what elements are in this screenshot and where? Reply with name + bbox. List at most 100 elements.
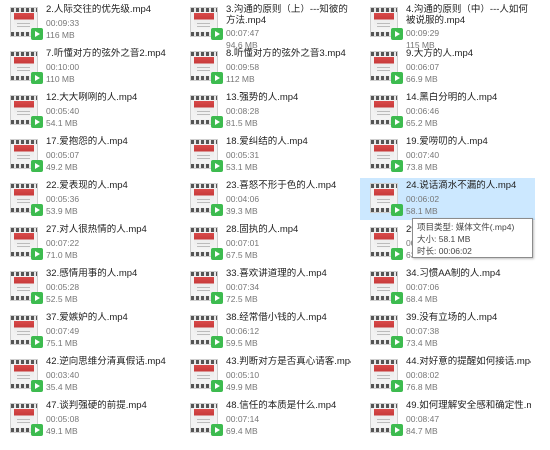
file-duration: 00:07:14 bbox=[226, 414, 260, 424]
file-size: 76.8 MB bbox=[406, 382, 438, 392]
play-badge-icon bbox=[391, 292, 403, 304]
play-badge-icon bbox=[391, 72, 403, 84]
file-size: 110 MB bbox=[46, 74, 75, 84]
file-tile[interactable]: 28.固执的人.mp4 00:07:01 67.5 MB bbox=[180, 222, 355, 264]
file-duration: 00:08:28 bbox=[226, 106, 260, 116]
file-name: 37.爱嫉妒的人.mp4 bbox=[46, 312, 128, 323]
file-tile[interactable]: 37.爱嫉妒的人.mp4 00:07:49 75.1 MB bbox=[0, 310, 175, 352]
file-tile[interactable]: 23.喜怒不形于色的人.mp4 00:04:06 39.3 MB bbox=[180, 178, 355, 220]
play-badge-icon bbox=[211, 336, 223, 348]
file-duration: 00:03:40 bbox=[46, 370, 80, 380]
file-tile[interactable]: 3.沟通的原则（上）---知彼的方法.mp4 00:07:47 94.6 MB bbox=[180, 2, 355, 50]
file-tile[interactable]: 34.习惯AA制的人.mp4 00:07:06 68.4 MB bbox=[360, 266, 535, 308]
file-tile[interactable]: 33.喜欢讲道理的人.mp4 00:07:34 72.5 MB bbox=[180, 266, 355, 308]
play-badge-icon bbox=[391, 424, 403, 436]
play-badge-icon bbox=[211, 160, 223, 172]
file-size: 75.1 MB bbox=[46, 338, 78, 348]
file-tile[interactable]: 13.强势的人.mp4 00:08:28 81.5 MB bbox=[180, 90, 355, 132]
file-duration: 00:07:38 bbox=[406, 326, 440, 336]
file-tile[interactable]: 44.对好意的提醒如何接话.mp4 00:08:02 76.8 MB bbox=[360, 354, 535, 396]
file-tile[interactable]: 18.爱纠结的人.mp4 00:05:31 53.1 MB bbox=[180, 134, 355, 176]
file-size: 39.3 MB bbox=[226, 206, 258, 216]
play-badge-icon bbox=[391, 336, 403, 348]
play-badge-icon bbox=[31, 72, 43, 84]
file-size: 49.2 MB bbox=[46, 162, 78, 172]
play-badge-icon bbox=[211, 380, 223, 392]
file-tile[interactable]: 12.大大咧咧的人.mp4 00:05:40 54.1 MB bbox=[0, 90, 175, 132]
file-tile[interactable]: 49.如何理解安全感和确定性.mp4 00:08:47 84.7 MB bbox=[360, 398, 535, 440]
play-badge-icon bbox=[31, 380, 43, 392]
file-name: 7.听懂对方的弦外之音2.mp4 bbox=[46, 48, 166, 59]
file-duration: 00:07:22 bbox=[46, 238, 80, 248]
play-badge-icon bbox=[211, 424, 223, 436]
file-size: 72.5 MB bbox=[226, 294, 258, 304]
file-tile[interactable]: 4.沟通的原则（中）---人如何被说服的.mp4 00:09:29 115 MB bbox=[360, 2, 535, 50]
file-size: 116 MB bbox=[46, 30, 75, 40]
file-name: 2.人际交往的优先级.mp4 bbox=[46, 4, 152, 15]
file-size: 52.5 MB bbox=[46, 294, 78, 304]
file-name: 27.对人很热情的人.mp4 bbox=[46, 224, 147, 235]
file-size: 112 MB bbox=[226, 74, 255, 84]
file-name: 47.谈判强硬的前提.mp4 bbox=[46, 400, 147, 411]
file-tile[interactable]: 22.爱表现的人.mp4 00:05:36 53.9 MB bbox=[0, 178, 175, 220]
file-duration: 00:08:47 bbox=[406, 414, 440, 424]
file-tile[interactable]: 9.大方的人.mp4 00:06:07 66.9 MB bbox=[360, 46, 535, 88]
play-badge-icon bbox=[211, 28, 223, 40]
file-size: 59.5 MB bbox=[226, 338, 258, 348]
file-tile[interactable]: 8.听懂对方的弦外之音3.mp4 00:09:58 112 MB bbox=[180, 46, 355, 88]
file-size: 84.7 MB bbox=[406, 426, 438, 436]
tooltip-type: 项目类型: 媒体文件(.mp4) bbox=[417, 222, 515, 232]
file-tile[interactable]: 27.对人很热情的人.mp4 00:07:22 71.0 MB bbox=[0, 222, 175, 264]
play-badge-icon bbox=[391, 204, 403, 216]
play-badge-icon bbox=[391, 248, 403, 260]
file-name: 14.黑白分明的人.mp4 bbox=[406, 92, 498, 103]
file-duration: 00:08:02 bbox=[406, 370, 440, 380]
file-tile[interactable]: 14.黑白分明的人.mp4 00:06:46 65.2 MB bbox=[360, 90, 535, 132]
file-tile[interactable]: 7.听懂对方的弦外之音2.mp4 00:10:00 110 MB bbox=[0, 46, 175, 88]
file-tile[interactable]: 24.说话滴水不漏的人.mp4 00:06:02 58.1 MB bbox=[360, 178, 535, 220]
file-name: 8.听懂对方的弦外之音3.mp4 bbox=[226, 48, 346, 59]
file-name: 44.对好意的提醒如何接话.mp4 bbox=[406, 356, 531, 367]
tooltip-duration: 时长: 00:06:02 bbox=[417, 246, 472, 256]
file-duration: 00:06:12 bbox=[226, 326, 260, 336]
file-size: 53.9 MB bbox=[46, 206, 78, 216]
file-duration: 00:05:28 bbox=[46, 282, 80, 292]
file-name: 24.说话滴水不漏的人.mp4 bbox=[406, 180, 517, 191]
file-name: 39.没有立场的人.mp4 bbox=[406, 312, 498, 323]
file-tile[interactable]: 39.没有立场的人.mp4 00:07:38 73.4 MB bbox=[360, 310, 535, 352]
play-badge-icon bbox=[211, 292, 223, 304]
file-tile[interactable]: 48.信任的本质是什么.mp4 00:07:14 69.4 MB bbox=[180, 398, 355, 440]
play-badge-icon bbox=[31, 336, 43, 348]
file-tile[interactable]: 38.经常借小钱的人.mp4 00:06:12 59.5 MB bbox=[180, 310, 355, 352]
file-tile[interactable]: 17.爱抱怨的人.mp4 00:05:07 49.2 MB bbox=[0, 134, 175, 176]
file-name: 32.感情用事的人.mp4 bbox=[46, 268, 138, 279]
file-size: 69.4 MB bbox=[226, 426, 258, 436]
file-tile[interactable]: 32.感情用事的人.mp4 00:05:28 52.5 MB bbox=[0, 266, 175, 308]
file-duration: 00:07:49 bbox=[46, 326, 80, 336]
play-badge-icon bbox=[211, 116, 223, 128]
file-duration: 00:06:07 bbox=[406, 62, 440, 72]
file-size: 73.4 MB bbox=[406, 338, 438, 348]
file-name: 38.经常借小钱的人.mp4 bbox=[226, 312, 327, 323]
file-duration: 00:05:08 bbox=[46, 414, 80, 424]
file-name: 18.爱纠结的人.mp4 bbox=[226, 136, 308, 147]
file-tile[interactable]: 43.判断对方是否真心请客.mp4 00:05:10 49.9 MB bbox=[180, 354, 355, 396]
file-tile[interactable]: 2.人际交往的优先级.mp4 00:09:33 116 MB bbox=[0, 2, 175, 44]
file-size: 81.5 MB bbox=[226, 118, 258, 128]
file-duration: 00:10:00 bbox=[46, 62, 80, 72]
file-name: 23.喜怒不形于色的人.mp4 bbox=[226, 180, 337, 191]
file-size: 71.0 MB bbox=[46, 250, 78, 260]
file-size: 66.9 MB bbox=[406, 74, 438, 84]
file-duration: 00:07:34 bbox=[226, 282, 260, 292]
file-name: 48.信任的本质是什么.mp4 bbox=[226, 400, 337, 411]
file-tile[interactable]: 42.逆向思维分清真假话.mp4 00:03:40 35.4 MB bbox=[0, 354, 175, 396]
file-info-tooltip: 项目类型: 媒体文件(.mp4) 大小: 58.1 MB 时长: 00:06:0… bbox=[412, 218, 533, 258]
file-name: 43.判断对方是否真心请客.mp4 bbox=[226, 356, 351, 367]
file-duration: 00:04:06 bbox=[226, 194, 260, 204]
file-size: 65.2 MB bbox=[406, 118, 438, 128]
file-size: 73.8 MB bbox=[406, 162, 438, 172]
file-duration: 00:07:40 bbox=[406, 150, 440, 160]
file-tile[interactable]: 47.谈判强硬的前提.mp4 00:05:08 49.1 MB bbox=[0, 398, 175, 440]
play-badge-icon bbox=[211, 72, 223, 84]
file-tile[interactable]: 19.爱唠叨的人.mp4 00:07:40 73.8 MB bbox=[360, 134, 535, 176]
